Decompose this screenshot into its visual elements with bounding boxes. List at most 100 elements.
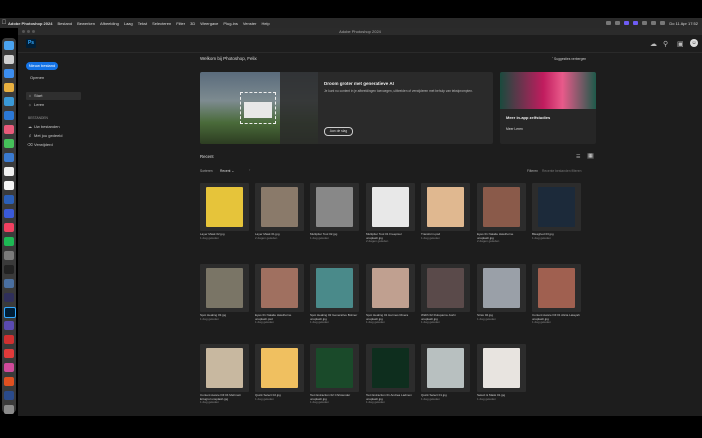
file-caption[interactable]: Content Aware Fill 04 Mehmeti Ertugrul u… [200, 393, 252, 405]
filter-recent-files-input[interactable]: Recente bestanden filteren [542, 169, 581, 173]
file-caption[interactable]: Bleaghed 03.jpg 1 dag geleden [532, 232, 584, 240]
file-thumbnail-tile[interactable] [421, 344, 470, 392]
wifi-icon[interactable] [642, 21, 648, 25]
tutorials-card[interactable]: Meer in-app zelfstudies Meer Leren [500, 72, 596, 144]
file-caption[interactable]: Eyes 01 Natalie Hawthorne unsplash.psd 1 … [255, 313, 307, 325]
cloud-icon[interactable]: ☁ [650, 40, 657, 48]
safari-icon[interactable] [4, 69, 14, 78]
file-caption[interactable]: Eyes 01 Natalie Hawthorne unsplash.jpg 2 … [477, 232, 529, 244]
sort-dropdown[interactable]: Recent ⌄ [220, 169, 234, 173]
menu-item[interactable]: Bewerken [77, 21, 95, 26]
avatar[interactable]: ☺ [690, 39, 698, 47]
app-icon[interactable] [4, 293, 14, 302]
teams-icon[interactable] [4, 321, 14, 330]
file-caption[interactable]: Quick Select 02.jpg 1 dag geleden [255, 393, 307, 401]
file-caption[interactable]: Layer Mask 02.jpg 1 dag geleden [200, 232, 252, 240]
file-thumbnail-tile[interactable] [366, 344, 415, 392]
file-thumbnail-tile[interactable] [255, 264, 304, 312]
menu-item[interactable]: Help [261, 21, 269, 26]
search-icon[interactable]: ⚲ [663, 40, 668, 48]
file-thumbnail-tile[interactable] [310, 344, 359, 392]
chrome-icon[interactable] [4, 83, 14, 92]
outlook-icon[interactable] [4, 111, 14, 120]
menu-item[interactable]: Afbeelding [100, 21, 119, 26]
trash-icon[interactable] [4, 405, 14, 414]
file-thumbnail-tile[interactable] [310, 264, 359, 312]
close-window-icon[interactable] [22, 30, 25, 33]
menu-app-name[interactable]: Adobe Photoshop 2024 [8, 21, 52, 26]
whatsapp-icon[interactable] [4, 153, 14, 162]
list-view-icon[interactable]: ☰ [576, 154, 580, 160]
menu-item[interactable]: Selecteren [152, 21, 171, 26]
calendar-icon[interactable] [4, 167, 14, 176]
sidebar-item-learn[interactable]: ☼ Leren [26, 101, 81, 109]
file-thumbnail-tile[interactable] [200, 264, 249, 312]
file-caption[interactable]: Width 02 Rutuparna Joshi unsplash.jpg 1 d… [421, 313, 473, 325]
file-caption[interactable]: Text Extraction 01 Andrea Ladmen unsplas… [366, 393, 418, 405]
menu-item[interactable]: Filter [176, 21, 185, 26]
menu-item[interactable]: Laag [124, 21, 133, 26]
zoom-window-icon[interactable] [32, 30, 35, 33]
app-icon[interactable] [4, 279, 14, 288]
photoshop-icon[interactable] [4, 307, 16, 318]
menu-item[interactable]: Plug-ins [223, 21, 237, 26]
file-caption[interactable]: Spot Healing 02 Generative Bolmer unspla… [310, 313, 362, 325]
launchpad-icon[interactable] [4, 55, 14, 64]
file-caption[interactable]: Content Aware Fill 01 Alicia Latayah uns… [532, 313, 584, 325]
minimize-window-icon[interactable] [27, 30, 30, 33]
status-icon[interactable] [606, 21, 612, 25]
word-icon[interactable] [4, 195, 14, 204]
mail-icon[interactable] [4, 97, 14, 106]
acrobat-icon[interactable] [4, 335, 14, 344]
search-icon[interactable] [651, 21, 657, 25]
terminal-icon[interactable] [4, 265, 14, 274]
file-thumbnail-tile[interactable] [200, 344, 249, 392]
messages-icon[interactable] [4, 139, 14, 148]
get-started-button[interactable]: Aan de slag [324, 127, 353, 136]
status-icon[interactable] [624, 21, 630, 25]
file-thumbnail-tile[interactable] [421, 183, 470, 231]
file-caption[interactable]: Text Extraction 02 Christender unsplash.… [310, 393, 362, 405]
file-thumbnail-tile[interactable] [200, 183, 249, 231]
file-caption[interactable]: Transform.psd 1 dag geleden [421, 232, 473, 240]
open-link[interactable]: Openen [30, 75, 44, 80]
control-center-icon[interactable] [660, 21, 666, 25]
sort-direction-icon[interactable]: ↑ [249, 168, 251, 172]
file-thumbnail-tile[interactable] [421, 264, 470, 312]
file-thumbnail-tile[interactable] [532, 183, 581, 231]
file-caption[interactable]: Select & Mask 01.jpg 1 dag geleden [477, 393, 529, 401]
notes-icon[interactable] [4, 181, 14, 190]
sidebar-item-your-files[interactable]: ☁ Uw bestanden [26, 123, 81, 131]
sidebar-item-start[interactable]: ⌂ Start [26, 92, 81, 100]
file-caption[interactable]: Strax 02.jpg 1 dag geleden [477, 313, 529, 321]
file-caption[interactable]: Multiplier Tool 02.jpg 1 dag geleden [310, 232, 362, 240]
file-caption[interactable]: Spot Healing 01 Hermes Rivera unsplash.j… [366, 313, 418, 325]
new-file-button[interactable]: Nieuw bestand [26, 62, 58, 70]
file-thumbnail-tile[interactable] [366, 264, 415, 312]
file-thumbnail-tile[interactable] [310, 183, 359, 231]
spotify-icon[interactable] [4, 237, 14, 246]
photos-icon[interactable] [4, 125, 14, 134]
file-thumbnail-tile[interactable] [477, 183, 526, 231]
music-icon[interactable] [4, 223, 14, 232]
grid-view-icon[interactable]: ▦ [587, 153, 594, 159]
app-icon[interactable] [4, 391, 14, 400]
file-caption[interactable]: Spot Healing 03.jpg 1 dag geleden [200, 313, 252, 321]
status-icon[interactable] [615, 21, 621, 25]
menu-item[interactable]: Weergave [200, 21, 218, 26]
file-caption[interactable]: Multiplier Tool 01 Freepixel unsplash.jp… [366, 232, 418, 244]
file-thumbnail-tile[interactable] [477, 264, 526, 312]
file-thumbnail-tile[interactable] [532, 264, 581, 312]
menu-item[interactable]: Tekst [138, 21, 147, 26]
status-icon[interactable] [633, 21, 639, 25]
apple-icon[interactable]:  [0, 20, 8, 26]
menu-item[interactable]: Bestand [57, 21, 72, 26]
app-icon[interactable] [4, 363, 14, 372]
hide-suggestions-button[interactable]: ˆ Suggesties verbergen [552, 57, 586, 61]
file-thumbnail-tile[interactable] [255, 344, 304, 392]
settings-icon[interactable] [4, 251, 14, 260]
file-thumbnail-tile[interactable] [255, 183, 304, 231]
gift-icon[interactable]: ▣ [677, 40, 684, 48]
clock[interactable]: Do 11 Apr 17:52 [669, 21, 698, 26]
menu-item[interactable]: 3D [190, 21, 195, 26]
